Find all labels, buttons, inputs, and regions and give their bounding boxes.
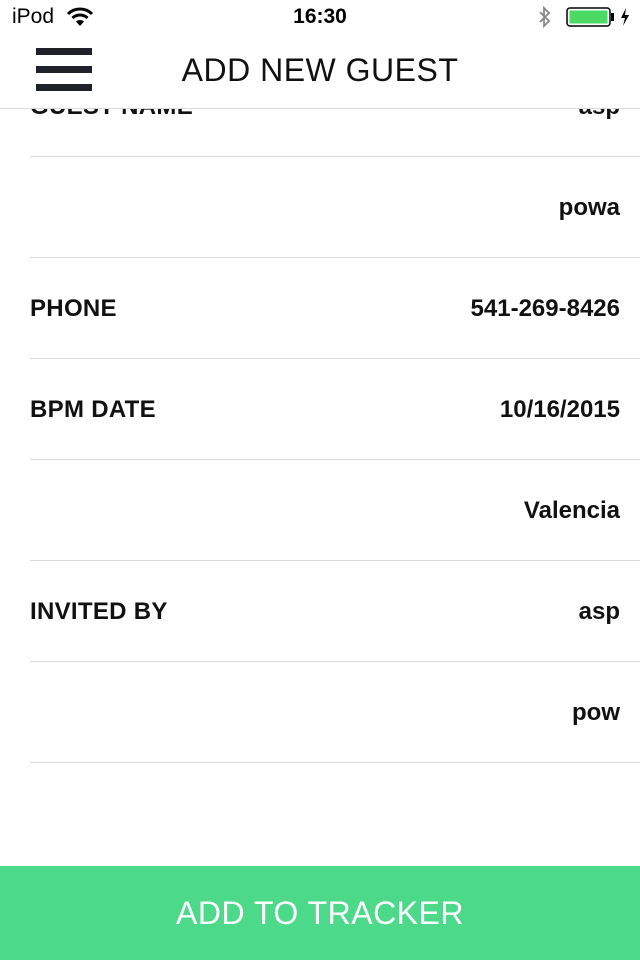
charging-icon	[621, 8, 629, 26]
form-row-location[interactable]: Valencia	[0, 460, 640, 561]
invited-by-last-field[interactable]: pow	[572, 699, 620, 727]
navigation-bar: ADD NEW GUEST	[0, 36, 640, 109]
status-bar: iPod 16:30	[0, 0, 640, 36]
row-label: INVITED BY	[30, 597, 168, 625]
add-to-tracker-button[interactable]: ADD TO TRACKER	[0, 866, 640, 960]
guest-form: GUEST NAME asp powa PHONE 541-269-8426 B…	[0, 56, 640, 763]
form-row-bpm-date[interactable]: BPM DATE 10/16/2015	[0, 359, 640, 460]
page-title: ADD NEW GUEST	[181, 52, 459, 88]
status-right	[538, 6, 630, 28]
form-row-phone[interactable]: PHONE 541-269-8426	[0, 258, 640, 359]
invited-by-first-field[interactable]: asp	[579, 598, 620, 626]
phone-field[interactable]: 541-269-8426	[471, 295, 620, 323]
row-label: BPM DATE	[30, 395, 156, 423]
form-row-guest-name-last[interactable]: powa	[0, 157, 640, 258]
location-field[interactable]: Valencia	[524, 497, 620, 525]
bpm-date-field[interactable]: 10/16/2015	[500, 396, 620, 424]
form-row-invited-by[interactable]: INVITED BY asp	[0, 561, 640, 662]
form-row-invited-by-last[interactable]: pow	[0, 662, 640, 763]
guest-name-last-field[interactable]: powa	[559, 194, 620, 222]
bluetooth-icon	[539, 6, 551, 28]
row-label: PHONE	[30, 294, 117, 322]
battery-icon	[566, 7, 614, 27]
